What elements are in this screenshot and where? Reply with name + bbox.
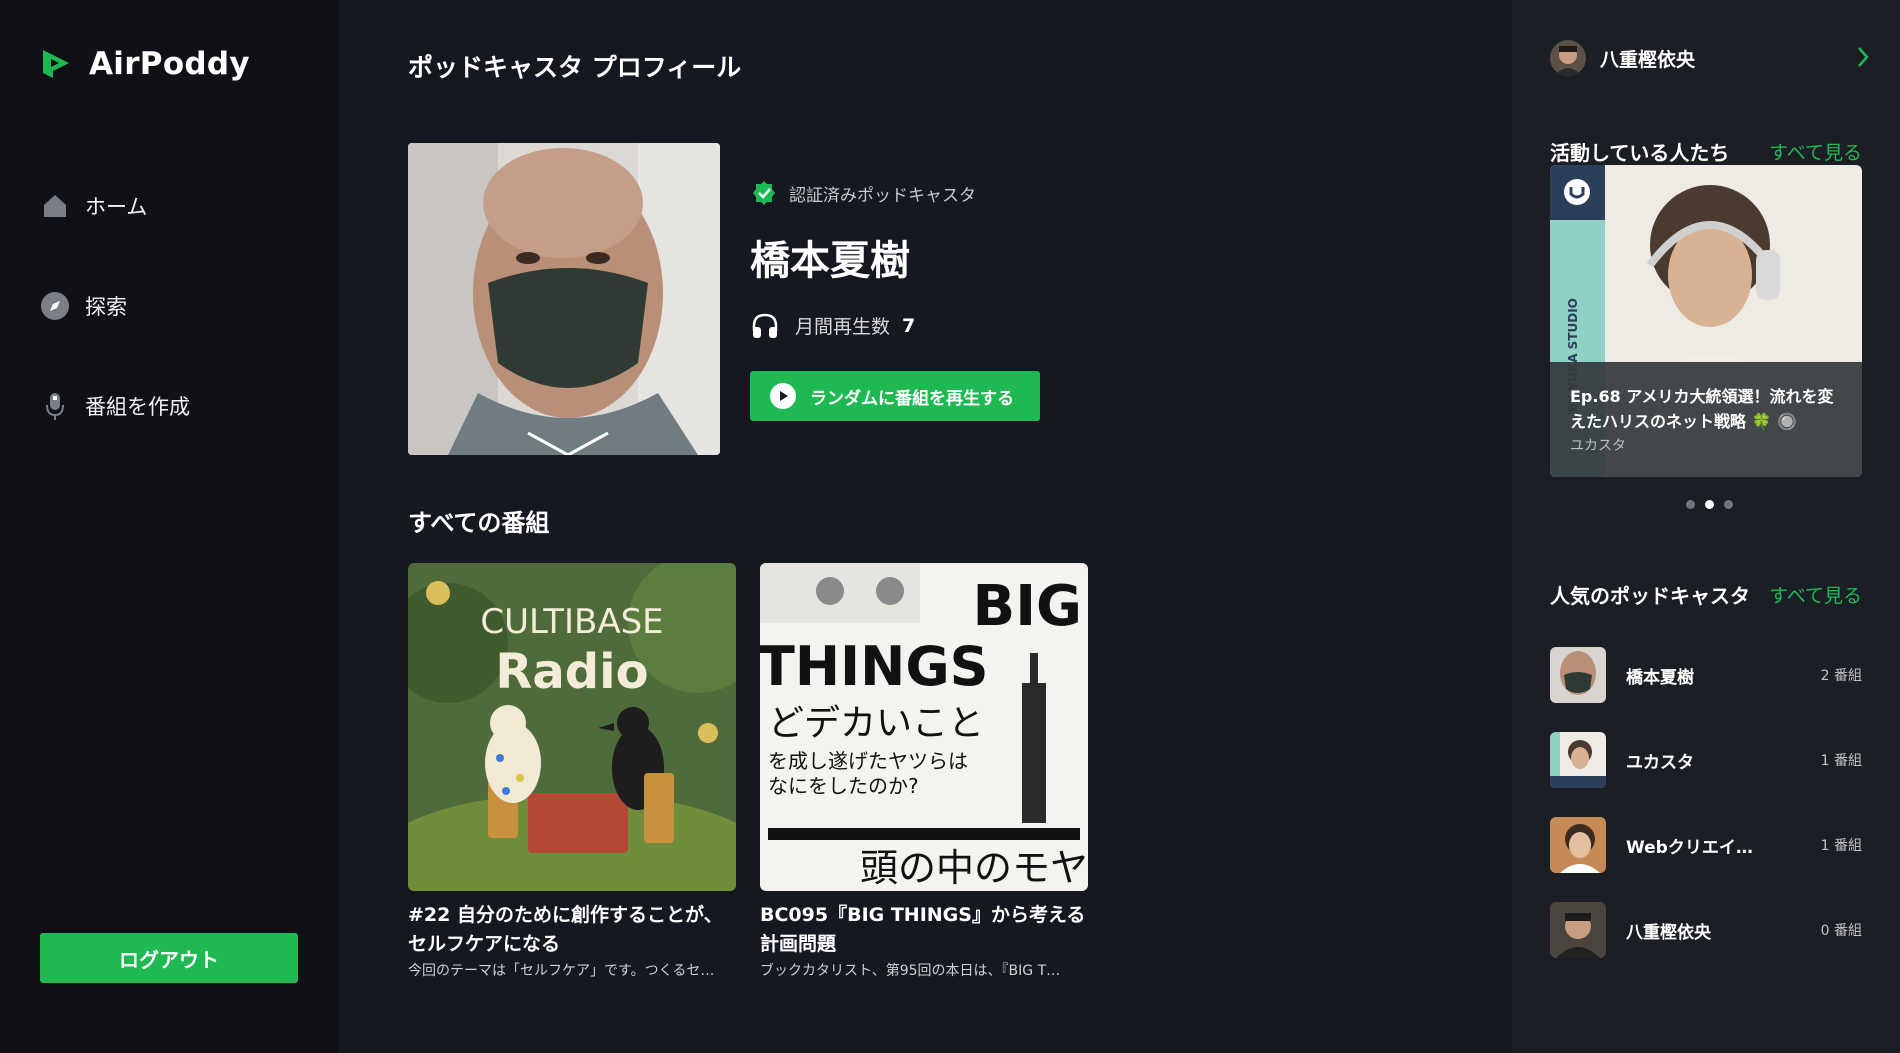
episode-podcast-name: ユカスタ: [1570, 438, 1626, 454]
list-item[interactable]: 八重樫依央 0 番組: [1550, 902, 1862, 958]
program-count: 2 番組: [1820, 668, 1862, 684]
logout-button[interactable]: ログアウト: [40, 933, 298, 983]
program-card[interactable]: BIG THINGS どデカいこと を成し遂げたヤツらは なにをしたのか? 頭の…: [760, 563, 1088, 980]
popular-podcasters-title: 人気のポッドキャスタ: [1550, 584, 1750, 608]
carousel-dot[interactable]: [1724, 500, 1733, 509]
verified-icon: [753, 181, 775, 205]
right-panel: 八重樫依央 活動している人たち すべて見る BY YUKA STUDIO Ep.…: [1512, 0, 1900, 1053]
popular-podcasters-header: 人気のポッドキャスタ すべて見る: [1550, 580, 1862, 609]
see-all-popular-link[interactable]: すべて見る: [1769, 581, 1862, 608]
program-count: 0 番組: [1820, 923, 1862, 939]
program-title: BC095『BIG THINGS』から考える計画問題: [760, 904, 1086, 955]
microphone-icon: [40, 391, 70, 421]
avatar: [1550, 647, 1606, 703]
sidebar-item-explore[interactable]: 探索: [40, 286, 300, 326]
avatar: [1550, 40, 1586, 76]
see-all-active-link[interactable]: すべて見る: [1769, 138, 1862, 165]
sidebar: AirPoddy ホーム 探索 番組を作成 ログアウト: [0, 0, 338, 1053]
carousel-dot[interactable]: [1705, 500, 1714, 509]
podcaster-name: Webクリエイ…: [1626, 837, 1753, 858]
sidebar-item-label: 探索: [85, 295, 127, 319]
play-icon: [770, 383, 796, 409]
page-title: ポッドキャスタ プロフィール: [408, 53, 742, 82]
list-item[interactable]: Webクリエイ… 1 番組: [1550, 817, 1862, 873]
program-cover-image: BIG THINGS どデカいこと を成し遂げたヤツらは なにをしたのか? 頭の…: [760, 563, 1088, 891]
sidebar-nav: ホーム 探索 番組を作成: [40, 186, 300, 486]
list-item[interactable]: ユカスタ 1 番組: [1550, 732, 1862, 788]
play-random-label: ランダムに番組を再生する: [810, 388, 1014, 409]
program-card[interactable]: CULTIBASE Radio #22 自分のために創作することが、セルフケアに…: [408, 563, 736, 980]
active-users-title: 活動している人たち: [1550, 141, 1730, 165]
home-icon: [40, 191, 70, 221]
chevron-right-icon: [1858, 47, 1869, 67]
program-cover-image: CULTIBASE Radio: [408, 563, 736, 891]
sidebar-item-label: 番組を作成: [85, 395, 190, 419]
current-user[interactable]: 八重樫依央: [1550, 40, 1870, 76]
play-random-button[interactable]: ランダムに番組を再生する: [750, 371, 1040, 421]
episode-title: Ep.68 アメリカ大統領選！流れを変えたハリスのネット戦略 🍀 🔘: [1570, 387, 1834, 431]
podcaster-name: 八重樫依央: [1626, 922, 1711, 943]
verified-label: 認証済みポッドキャスタ: [789, 185, 976, 206]
sidebar-item-home[interactable]: ホーム: [40, 186, 300, 226]
compass-icon: [40, 291, 70, 321]
brand[interactable]: AirPoddy: [39, 46, 250, 82]
episode-caption: Ep.68 アメリカ大統領選！流れを変えたハリスのネット戦略 🍀 🔘 ユカスタ: [1550, 362, 1862, 477]
current-user-name: 八重樫依央: [1600, 48, 1696, 71]
cover-title-line2: THINGS: [760, 635, 989, 698]
list-item[interactable]: 橋本夏樹 2 番組: [1550, 647, 1862, 703]
airpoddy-logo-icon: [43, 50, 69, 78]
popular-podcasters-list: 橋本夏樹 2 番組 ユカスタ 1 番組 Webクリエイ… 1 番組 八重樫依央 …: [1550, 647, 1862, 987]
monthly-plays: 月間再生数 7: [751, 312, 915, 339]
monthly-plays-label: 月間再生数: [795, 316, 891, 338]
sidebar-item-label: ホーム: [85, 195, 148, 219]
program-title: #22 自分のために創作することが、セルフケアになる: [408, 904, 723, 955]
cover-title-line5: なにをしたのか?: [768, 774, 919, 798]
cover-title-line1: CULTIBASE: [480, 602, 663, 642]
active-users-header: 活動している人たち すべて見る: [1550, 137, 1862, 166]
program-description: 今回のテーマは「セルフケア」です。つくるセ…: [408, 963, 715, 979]
sidebar-item-create[interactable]: 番組を作成: [40, 386, 300, 426]
cover-title-line4: を成し遂げたヤツらは: [768, 749, 968, 773]
avatar: [1550, 902, 1606, 958]
carousel-dots: [1681, 500, 1738, 509]
brand-name: AirPoddy: [89, 46, 250, 82]
cover-title-line6: 頭の中のモヤ: [860, 846, 1088, 890]
main-content: ポッドキャスタ プロフィール 認証済みポッドキャスタ 橋本夏樹 月間再生数 7 …: [338, 0, 1512, 1053]
program-count: 1 番組: [1820, 753, 1862, 769]
avatar: [1550, 817, 1606, 873]
podcaster-name: 橋本夏樹: [1626, 667, 1694, 688]
carousel-dot[interactable]: [1686, 500, 1695, 509]
cover-title-line1: BIG: [973, 574, 1082, 639]
verified-badge: 認証済みポッドキャスタ: [751, 180, 976, 206]
headphones-icon: [752, 313, 778, 338]
cover-title-line2: Radio: [495, 644, 648, 700]
cover-title-line3: どデカいこと: [768, 703, 984, 744]
all-programs-heading: すべての番組: [408, 509, 550, 537]
profile-photo: [408, 143, 720, 455]
avatar: [1550, 732, 1606, 788]
monthly-plays-count: 7: [902, 314, 916, 337]
podcaster-name: ユカスタ: [1626, 752, 1694, 773]
podcaster-name: 橋本夏樹: [750, 238, 910, 284]
program-description: ブックカタリスト、第95回の本日は、『BIG T…: [760, 963, 1061, 979]
active-episode-card[interactable]: BY YUKA STUDIO Ep.68 アメリカ大統領選！流れを変えたハリスの…: [1550, 165, 1862, 477]
program-count: 1 番組: [1820, 838, 1862, 854]
